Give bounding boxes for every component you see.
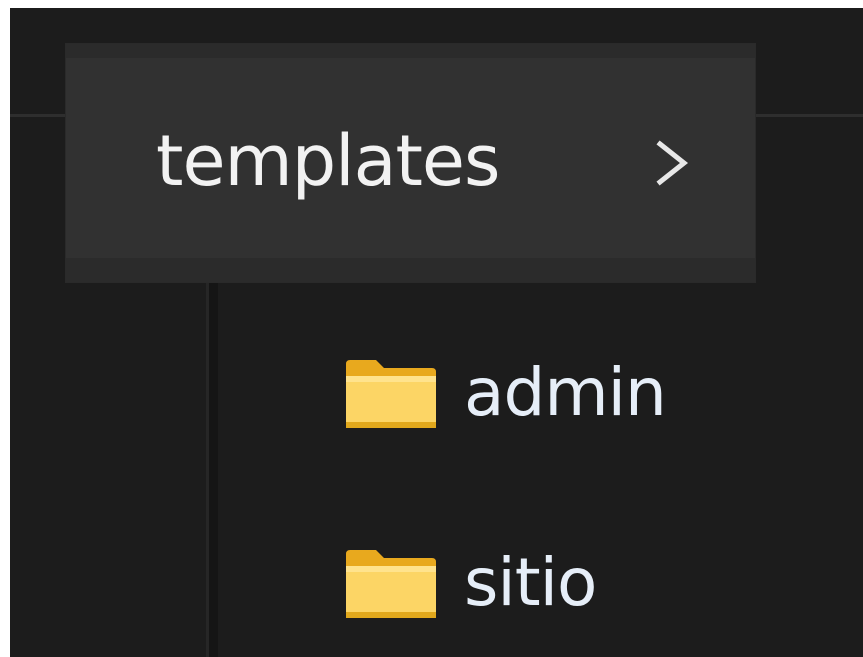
breadcrumb-top-band bbox=[66, 44, 755, 58]
breadcrumb-bottom-band bbox=[66, 258, 755, 282]
folder-item-admin[interactable]: admin bbox=[346, 348, 846, 438]
chevron-right-icon[interactable] bbox=[652, 140, 692, 186]
folder-label: admin bbox=[464, 354, 667, 431]
folder-icon bbox=[346, 360, 436, 428]
folder-item-sitio[interactable]: sitio bbox=[346, 538, 846, 628]
file-explorer-panel: templates admin sitio bbox=[10, 8, 863, 657]
breadcrumb-label: templates bbox=[156, 120, 500, 202]
folder-icon bbox=[346, 550, 436, 618]
breadcrumb-item-templates[interactable]: templates bbox=[66, 44, 755, 282]
folder-label: sitio bbox=[464, 544, 597, 621]
